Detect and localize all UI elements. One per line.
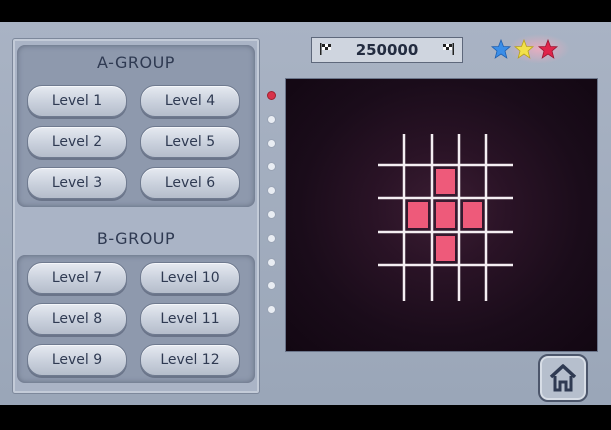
level-9-button[interactable]: Level 9 <box>27 344 127 376</box>
filled-cell <box>436 202 455 228</box>
home-button[interactable] <box>538 354 588 402</box>
checkered-flag-icon <box>443 43 454 55</box>
yellow-star-icon <box>513 38 535 59</box>
stage-dot[interactable] <box>267 210 276 219</box>
level-preview <box>285 78 598 352</box>
home-icon <box>549 364 577 392</box>
blue-star-icon <box>490 38 512 59</box>
stage-dot[interactable] <box>267 233 276 243</box>
star-rating <box>490 38 559 59</box>
score-value: 250000 <box>355 41 419 59</box>
level-1-button[interactable]: Level 1 <box>27 85 127 117</box>
stage-dot[interactable] <box>267 138 276 148</box>
level-8-button[interactable]: Level 8 <box>27 303 127 335</box>
checkered-flag-icon <box>320 43 331 55</box>
level-2-button[interactable]: Level 2 <box>27 126 127 158</box>
filled-cell <box>463 202 482 228</box>
filled-cell <box>436 169 455 194</box>
game-screen: A-GROUP Level 1 Level 4 Level 2 Level 5 … <box>0 22 611 405</box>
filled-cell <box>408 202 428 228</box>
level-select-panel: A-GROUP Level 1 Level 4 Level 2 Level 5 … <box>12 38 260 394</box>
stage-dot[interactable] <box>267 114 276 124</box>
stage-dot[interactable] <box>267 281 276 291</box>
stage-dot[interactable] <box>267 91 276 100</box>
level-12-button[interactable]: Level 12 <box>140 344 240 376</box>
level-4-button[interactable]: Level 4 <box>140 85 240 117</box>
group-b-title: B-GROUP <box>96 229 176 248</box>
stage-dot[interactable] <box>267 305 276 315</box>
score-display: 250000 <box>311 37 463 63</box>
level-grid <box>378 134 513 301</box>
stage-dot[interactable] <box>267 162 276 172</box>
level-10-button[interactable]: Level 10 <box>140 262 240 294</box>
stage-dot[interactable] <box>267 257 276 267</box>
level-7-button[interactable]: Level 7 <box>27 262 127 294</box>
filled-cell <box>436 236 455 261</box>
stage-dot[interactable] <box>267 186 276 196</box>
level-3-button[interactable]: Level 3 <box>27 167 127 199</box>
level-6-button[interactable]: Level 6 <box>140 167 240 199</box>
level-5-button[interactable]: Level 5 <box>140 126 240 158</box>
red-star-icon <box>537 38 559 59</box>
level-11-button[interactable]: Level 11 <box>140 303 240 335</box>
group-a-title: A-GROUP <box>97 53 175 72</box>
